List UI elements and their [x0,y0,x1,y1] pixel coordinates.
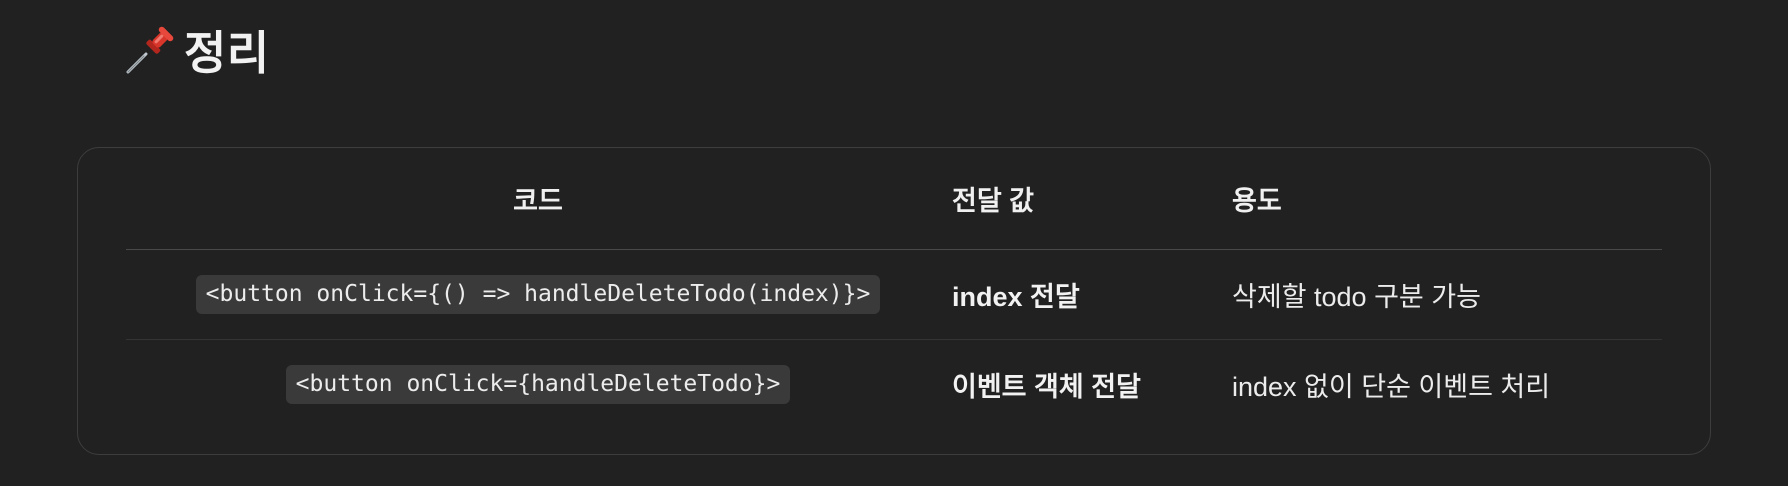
column-header-value: 전달 값 [952,185,1035,216]
summary-table-card: 코드 전달 값 용도 <button onClick={() => handle… [77,147,1711,455]
inline-code: <button onClick={() => handleDeleteTodo(… [195,274,881,314]
inline-code: <button onClick={handleDeleteTodo}> [285,364,791,404]
table-row: <button onClick={() => handleDeleteTodo(… [126,249,1662,339]
column-header-usage: 용도 [1232,185,1282,216]
usage-cell: 삭제할 todo 구분 가능 [1232,281,1481,312]
table-row: <button onClick={handleDeleteTodo}> 이벤트 … [126,339,1662,429]
value-cell: index 전달 [952,281,1080,312]
section-title: 정리 [184,27,270,79]
code-cell: <button onClick={() => handleDeleteTodo(… [126,249,950,339]
code-cell: <button onClick={handleDeleteTodo}> [126,339,950,429]
column-header-code: 코드 [513,185,563,216]
usage-cell: index 없이 단순 이벤트 처리 [1232,371,1551,402]
section-heading: 정리 [124,18,270,82]
pushpin-icon [126,26,174,74]
value-cell: 이벤트 객체 전달 [952,371,1141,402]
table-header-row: 코드 전달 값 용도 [126,148,1662,249]
summary-table: 코드 전달 값 용도 <button onClick={() => handle… [126,148,1662,429]
